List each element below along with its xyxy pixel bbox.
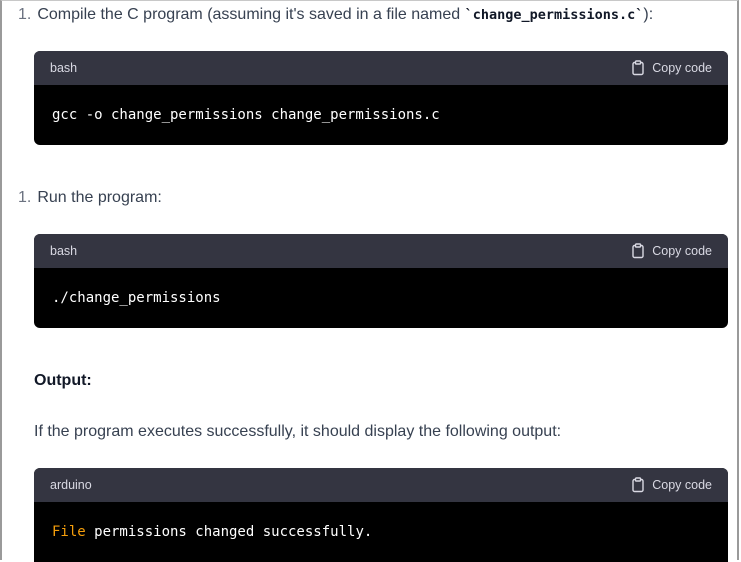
copy-code-label: Copy code	[652, 478, 712, 492]
step-text: Run the program:	[37, 189, 162, 206]
code-block-output: arduino Copy code File permissions chang…	[34, 468, 728, 562]
copy-code-button[interactable]: Copy code	[630, 60, 712, 76]
code-block-compile: bash Copy code gcc -o change_permissions…	[34, 51, 728, 145]
code-line: gcc -o change_permissions change_permiss…	[52, 107, 440, 123]
code-content: ./change_permissions	[34, 268, 728, 328]
copy-code-label: Copy code	[652, 244, 712, 258]
step-text-before: Compile the C program (assuming it's sav…	[37, 6, 465, 23]
code-block-run: bash Copy code ./change_permissions	[34, 234, 728, 328]
copy-code-button[interactable]: Copy code	[630, 477, 712, 493]
step-run: 1. Run the program:	[18, 189, 162, 207]
code-content: File permissions changed successfully.	[34, 502, 728, 562]
code-language-label: bash	[50, 61, 78, 75]
code-header: bash Copy code	[34, 51, 728, 85]
clipboard-icon	[630, 243, 646, 259]
clipboard-icon	[630, 477, 646, 493]
code-language-label: bash	[50, 244, 78, 258]
code-keyword: File	[52, 524, 86, 540]
copy-code-button[interactable]: Copy code	[630, 243, 712, 259]
inline-code-filename: `change_permissions.c`	[464, 7, 644, 23]
code-content: gcc -o change_permissions change_permiss…	[34, 85, 728, 145]
clipboard-icon	[630, 60, 646, 76]
code-line: ./change_permissions	[52, 290, 221, 306]
output-description: If the program executes successfully, it…	[34, 423, 562, 440]
step-compile: 1. Compile the C program (assuming it's s…	[18, 6, 653, 24]
code-line: permissions changed successfully.	[85, 524, 373, 540]
list-number: 1.	[18, 6, 32, 23]
code-header: arduino Copy code	[34, 468, 728, 502]
output-heading: Output:	[34, 372, 92, 389]
copy-code-label: Copy code	[652, 61, 712, 75]
code-header: bash Copy code	[34, 234, 728, 268]
list-number: 1.	[18, 189, 32, 206]
step-text-after: ):	[643, 6, 654, 23]
code-language-label: arduino	[50, 478, 92, 492]
